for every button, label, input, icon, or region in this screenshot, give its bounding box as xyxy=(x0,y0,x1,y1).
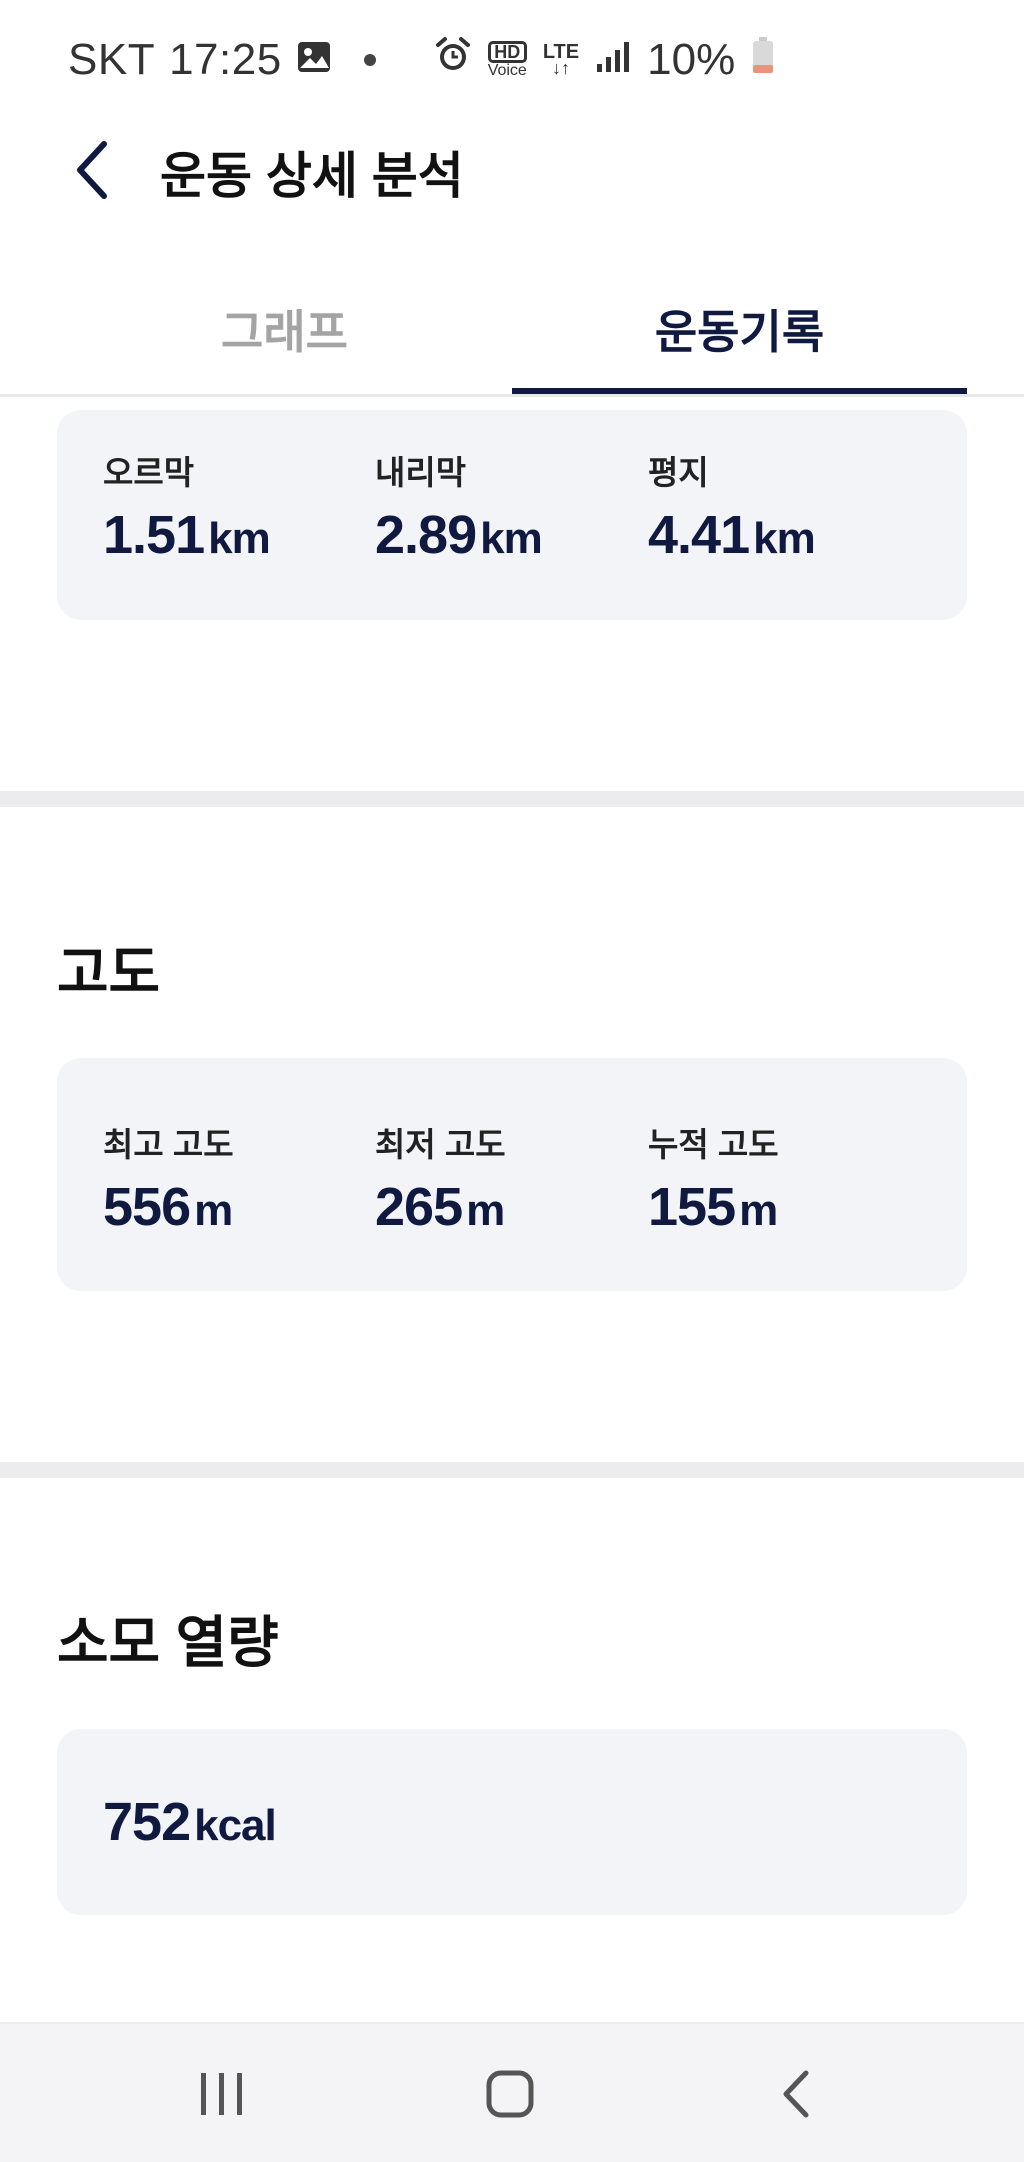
status-bar: SKT 17:25 HD Voice LTE ↓↑ 10% xyxy=(0,0,1024,120)
calories-card: 752kcal xyxy=(57,1729,967,1915)
uphill-stat: 오르막 1.51km xyxy=(103,446,271,566)
stat-value: 4.41km xyxy=(648,505,816,565)
back-button[interactable] xyxy=(60,134,124,206)
altitude-card: 최고 고도 556m 최저 고도 265m 누적 고도 155m xyxy=(57,1058,967,1291)
calories-stat: 752kcal xyxy=(103,1791,277,1853)
tab-graph[interactable]: 그래프 xyxy=(57,270,512,396)
stat-value: 155m xyxy=(648,1177,778,1237)
tabs-divider xyxy=(0,394,1024,397)
gallery-notification-icon xyxy=(296,35,332,85)
status-left: SKT 17:25 xyxy=(68,35,394,85)
back-arrow-icon xyxy=(783,2070,809,2118)
battery-percentage: 10% xyxy=(647,35,736,84)
stat-label: 내리막 xyxy=(375,454,467,491)
stat-value: 752kcal xyxy=(103,1792,277,1852)
stat-value: 1.51km xyxy=(103,505,271,565)
stat-label: 최고 고도 xyxy=(103,1126,234,1163)
altitude-section-title: 고도 xyxy=(57,941,161,1004)
page-title: 운동 상세 분석 xyxy=(160,148,464,204)
battery-icon xyxy=(751,35,775,85)
home-icon xyxy=(486,2070,534,2118)
calories-section-title: 소모 열량 xyxy=(57,1611,279,1674)
stat-label: 최저 고도 xyxy=(375,1126,506,1163)
recent-apps-icon xyxy=(201,2073,242,2115)
status-icons: HD Voice LTE ↓↑ 10% xyxy=(434,35,776,85)
downhill-stat: 내리막 2.89km xyxy=(375,446,543,566)
max-altitude-stat: 최고 고도 556m xyxy=(103,1118,234,1238)
stat-label: 오르막 xyxy=(103,454,195,491)
cumulative-altitude-stat: 누적 고도 155m xyxy=(648,1118,779,1238)
flat-stat: 평지 4.41km xyxy=(648,446,816,566)
stat-value: 556m xyxy=(103,1177,233,1237)
signal-strength-icon xyxy=(595,35,631,85)
stat-value: 2.89km xyxy=(375,505,543,565)
home-button[interactable] xyxy=(430,2024,590,2162)
hd-voice-icon: HD Voice xyxy=(487,41,527,79)
chevron-left-icon xyxy=(77,141,107,199)
notification-dot-icon xyxy=(363,54,376,66)
min-altitude-stat: 최저 고도 265m xyxy=(375,1118,506,1238)
terrain-card: 오르막 1.51km 내리막 2.89km 평지 4.41km xyxy=(57,410,967,620)
recent-apps-button[interactable] xyxy=(142,2024,302,2162)
system-back-button[interactable] xyxy=(716,2024,876,2162)
stat-label: 평지 xyxy=(648,454,709,491)
alarm-icon xyxy=(434,35,472,85)
carrier-label: SKT xyxy=(68,35,156,84)
tab-workout-record[interactable]: 운동기록 xyxy=(512,270,967,396)
system-navigation-bar xyxy=(0,2022,1024,2162)
lte-icon: LTE ↓↑ xyxy=(542,41,580,78)
section-separator xyxy=(0,791,1024,807)
stat-label: 누적 고도 xyxy=(648,1126,779,1163)
tab-bar: 그래프 운동기록 xyxy=(0,270,1024,396)
clock-time: 17:25 xyxy=(169,35,282,84)
app-header: 운동 상세 분석 xyxy=(0,120,1024,220)
section-separator xyxy=(0,1462,1024,1478)
stat-value: 265m xyxy=(375,1177,505,1237)
